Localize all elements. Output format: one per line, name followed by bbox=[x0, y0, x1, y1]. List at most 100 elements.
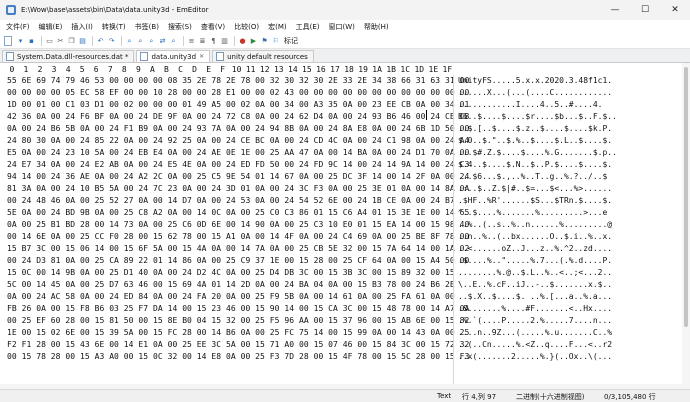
tab-system-data-dll-resources[interactable]: System.Data.dll-resources.dat * bbox=[2, 50, 135, 62]
text-column[interactable]: ........%.@..$.L..%..<..;<...2.. bbox=[458, 268, 612, 277]
status-position[interactable]: 行 4,列 97 bbox=[462, 392, 496, 402]
text-column[interactable]: .:..$..Z.$|#..$=...$<...%>...... bbox=[458, 184, 612, 193]
text-column[interactable]: .%.`(....P.....2.%.....7....n... bbox=[458, 316, 612, 325]
text-column[interactable]: ..$.X..$....$. ..%.[...a..%.a... bbox=[458, 292, 612, 301]
hex-bytes[interactable]: 5C 00 14 45 0A 00 25 D7 63 46 00 15 69 4… bbox=[7, 280, 455, 289]
text-column[interactable]: ..(..Cn.....%.<Z..q....F...<..r2 bbox=[458, 340, 612, 349]
hex-bytes[interactable]: 24 80 30 0A 00 24 85 22 0A 00 24 92 25 0… bbox=[7, 136, 469, 145]
hex-bytes[interactable]: 1E 00 15 02 6E 00 15 39 5A 00 15 FC 28 0… bbox=[7, 328, 469, 337]
print-icon[interactable]: ▭ bbox=[45, 37, 54, 46]
cut-icon[interactable]: ✂ bbox=[56, 37, 65, 46]
vertical-scrollbar[interactable] bbox=[682, 63, 690, 390]
hex-bytes[interactable]: 1D 00 01 00 C1 03 D1 00 02 00 00 00 01 4… bbox=[7, 100, 469, 109]
text-column[interactable]: UnityFS.....5.x.x.2020.3.48f1c1. bbox=[458, 76, 612, 85]
hex-bytes[interactable]: 81 3A 0A 00 24 10 B5 5A 00 24 7C 23 0A 0… bbox=[7, 184, 469, 193]
menu-convert[interactable]: 转换(T) bbox=[102, 22, 126, 32]
save-icon[interactable]: ▪ bbox=[27, 37, 36, 46]
hex-bytes[interactable]: 15 0C 00 14 9B 0A 00 25 D1 40 0A 00 24 D… bbox=[7, 268, 455, 277]
menu-compare[interactable]: 比较(O) bbox=[234, 22, 259, 32]
text-column[interactable]: ..%..(..s..%..n......%.........@ bbox=[458, 220, 612, 229]
hex-bytes[interactable]: 0A 00 25 B1 BD 28 00 14 73 0A 00 25 C6 0… bbox=[7, 220, 469, 229]
copy-icon[interactable]: ❐ bbox=[67, 37, 76, 46]
close-button[interactable]: ✕ bbox=[660, 0, 690, 20]
bookmark-icon[interactable]: ⚑ bbox=[260, 37, 269, 46]
redo-icon[interactable]: ↷ bbox=[107, 37, 116, 46]
tab-data-unity3d[interactable]: data.unity3d ✕ bbox=[136, 50, 211, 62]
scrollbar-thumb[interactable] bbox=[684, 67, 688, 327]
open-folder-icon[interactable]: ▾ bbox=[16, 37, 25, 46]
hex-bytes[interactable]: E5 0A 00 24 23 10 5A 00 24 EB E4 0A 00 2… bbox=[7, 148, 469, 157]
hex-bytes[interactable]: F2 F1 28 00 15 43 6E 00 14 E1 0A 00 25 E… bbox=[7, 340, 469, 349]
text-column[interactable]: .$....%..".....%.7...(.%.d....P. bbox=[458, 256, 612, 265]
text-column[interactable]: ...$6...$.,..%..T..g..%.?../..$ bbox=[458, 172, 607, 181]
menu-help[interactable]: 帮助(H) bbox=[364, 22, 389, 32]
hex-bytes[interactable]: 00 15 78 28 00 15 A3 A0 00 15 0C 32 00 1… bbox=[7, 352, 469, 361]
hex-bytes[interactable]: FB 26 0A 00 15 F8 B6 03 25 F7 DA 14 00 1… bbox=[7, 304, 469, 313]
bookmark-label[interactable]: 标记 bbox=[284, 36, 298, 46]
menu-window[interactable]: 窗口(W) bbox=[329, 22, 355, 32]
menu-view[interactable]: 查看(V) bbox=[201, 22, 225, 32]
next-bookmark-icon[interactable]: ⚐ bbox=[271, 37, 280, 46]
hex-bytes[interactable]: 42 36 0A 00 24 F6 BF 0A 00 24 DE 9F 0A 0… bbox=[7, 112, 469, 121]
hex-bytes[interactable]: 00 14 6E 0A 00 25 CC F0 28 00 15 62 78 0… bbox=[7, 232, 469, 241]
word-wrap-icon[interactable]: ≡ bbox=[187, 37, 196, 46]
minimize-button[interactable]: — bbox=[600, 0, 630, 20]
text-column[interactable]: ..$.[..$....$.z..$....$....$k.P. bbox=[458, 124, 612, 133]
menu-file[interactable]: 文件(F) bbox=[6, 22, 30, 32]
menu-search[interactable]: 搜索(S) bbox=[168, 22, 192, 32]
new-document-icon[interactable] bbox=[4, 36, 12, 46]
hex-bytes[interactable]: 00 24 D3 81 0A 00 25 CA 89 22 01 14 86 0… bbox=[7, 256, 469, 265]
text-column[interactable]: $.0..$."..$.%..$....$.L..$....$. bbox=[458, 136, 612, 145]
text-column[interactable]: .$HF..%R'......$S...$TRn.$....$. bbox=[458, 196, 612, 205]
text-column[interactable]: ...$#.Z.$....$....%.G.......$.p.. bbox=[458, 148, 617, 157]
status-size[interactable]: 0/3,105,480 行 bbox=[604, 392, 656, 402]
find-in-files-icon[interactable]: ⌕ bbox=[169, 37, 178, 46]
status-file-type[interactable]: Text bbox=[437, 392, 451, 400]
menu-bookmarks[interactable]: 书签(B) bbox=[135, 22, 159, 32]
hex-bytes[interactable]: 5E 0A 00 24 BD 9B 0A 00 25 C8 A2 0A 00 1… bbox=[7, 208, 469, 217]
menu-tools[interactable]: 工具(E) bbox=[296, 22, 320, 32]
text-column[interactable]: ......X...(...(....C............ bbox=[458, 88, 612, 97]
hex-bytes[interactable]: 0A 00 24 B6 5B 0A 00 24 F1 B9 0A 00 24 9… bbox=[7, 124, 469, 133]
tab-close-icon[interactable]: ✕ bbox=[199, 53, 204, 60]
text-column[interactable]: B6..$....$....$r....$b...$..F.$.. bbox=[458, 112, 617, 121]
text-column[interactable]: ..x(.......2.....%.}(..Ox..\(... bbox=[458, 352, 612, 361]
replace-icon[interactable]: ⇄ bbox=[158, 37, 167, 46]
text-column[interactable]: ^..$....%.......%.........>...e bbox=[458, 208, 607, 217]
ruler-column-label: 1B bbox=[386, 65, 396, 74]
hex-bytes[interactable]: 0A 00 24 AC 58 0A 00 24 ED 84 0A 00 24 F… bbox=[7, 292, 455, 301]
find-icon[interactable]: ⌕ bbox=[125, 37, 134, 46]
paste-icon[interactable]: ▤ bbox=[78, 37, 87, 46]
hex-bytes[interactable]: 24 E7 34 0A 00 24 E2 AB 0A 00 24 E5 4E 0… bbox=[7, 160, 469, 169]
hex-bytes[interactable]: 00 00 00 00 05 EC 58 EF 00 00 10 28 00 0… bbox=[7, 88, 469, 97]
record-macro-icon[interactable]: ● bbox=[238, 37, 247, 46]
text-column[interactable]: .&.......%....#F.......<..Hx.... bbox=[458, 304, 612, 313]
hex-bytes[interactable]: 94 14 00 24 36 AE 0A 00 24 A2 2C 0A 00 2… bbox=[7, 172, 469, 181]
hex-row: 15 0C 00 14 9B 0A 00 25 D1 40 0A 00 24 D… bbox=[0, 267, 682, 279]
wrap-by-window-icon[interactable]: ≣ bbox=[198, 37, 207, 46]
status-encoding[interactable]: 二进制(十六进制视图) bbox=[516, 392, 584, 402]
text-column[interactable]: \..E..%.cF..iJ..-..$.......x.$.. bbox=[458, 280, 612, 289]
text-column[interactable]: ..n..%..(..bx......O..$.i..%..x. bbox=[458, 232, 612, 241]
hex-bytes[interactable]: 00 24 48 46 0A 00 25 52 27 0A 00 14 D7 0… bbox=[7, 196, 455, 205]
undo-icon[interactable]: ↶ bbox=[96, 37, 105, 46]
column-mode-icon[interactable]: ▥ bbox=[220, 37, 229, 46]
find-previous-icon[interactable]: ⌕ bbox=[147, 37, 156, 46]
text-column[interactable]: ....n..9Z...(.....%.u.......C..% bbox=[458, 328, 612, 337]
menu-insert[interactable]: 插入(I) bbox=[71, 22, 93, 32]
hex-bytes[interactable]: 15 B7 3C 00 15 06 14 00 15 6F 5A 00 15 4… bbox=[7, 244, 469, 253]
hex-bytes[interactable]: 55 6E 69 74 79 46 53 00 00 00 00 08 35 2… bbox=[7, 76, 469, 85]
menu-edit[interactable]: 编辑(E) bbox=[39, 22, 63, 32]
hex-row: FB 26 0A 00 15 F8 B6 03 25 F7 DA 14 00 1… bbox=[0, 303, 682, 315]
menu-macros[interactable]: 宏(M) bbox=[268, 22, 287, 32]
hex-editor-area[interactable]: 0 1 2 3 4 5 6 7 8 9 A B C D E F 10 11 12 13 14 15 16 17 18 19 1A 1B… bbox=[0, 63, 682, 390]
run-macro-icon[interactable]: ▶ bbox=[249, 37, 258, 46]
text-column[interactable]: ............I....4..5..#....4. bbox=[458, 100, 603, 109]
hex-bytes[interactable]: 00 25 EF 60 28 00 15 81 50 00 15 8E B0 0… bbox=[7, 316, 469, 325]
text-column[interactable]: $.4..$....$.N..$..P.$....$....$. bbox=[458, 160, 612, 169]
show-marks-icon[interactable]: ¶ bbox=[209, 37, 218, 46]
find-next-icon[interactable]: ⌕ bbox=[136, 37, 145, 46]
text-column[interactable]: ..<......oZ..J...z..%.^2..zd.... bbox=[458, 244, 612, 253]
maximize-button[interactable]: ☐ bbox=[630, 0, 660, 20]
tab-unity-default-resources[interactable]: unity default resources bbox=[212, 50, 314, 62]
